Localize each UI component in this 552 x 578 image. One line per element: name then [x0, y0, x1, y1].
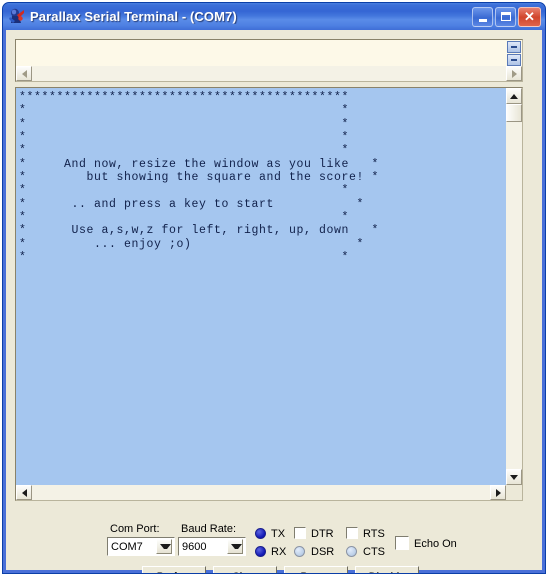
chevron-down-icon [160, 544, 171, 549]
transmit-spinner[interactable] [507, 41, 521, 67]
terminal-vscroll-track[interactable] [506, 122, 522, 469]
terminal-hscrollbar[interactable] [16, 485, 522, 500]
cts-label: CTS [363, 546, 385, 558]
transmit-spin-down-button[interactable] [507, 54, 521, 66]
client-area: ****************************************… [6, 30, 542, 573]
terminal-scroll-right-button[interactable] [490, 485, 506, 500]
application-window: Parallax Serial Terminal - (COM7) ✕ ****… [2, 2, 546, 574]
dtr-checkbox[interactable] [294, 527, 306, 539]
spin-down-icon [511, 59, 517, 61]
disable-button[interactable]: Disable [355, 566, 419, 573]
terminal-hscroll-track[interactable] [32, 485, 490, 500]
clear-button[interactable]: Clear [213, 566, 277, 573]
echo-on-label: Echo On [414, 538, 457, 550]
terminal-scroll-left-button[interactable] [16, 485, 32, 500]
rts-checkbox[interactable] [346, 527, 358, 539]
transmit-hscrollbar[interactable] [16, 66, 522, 81]
maximize-icon [500, 12, 511, 21]
minimize-button[interactable] [472, 6, 493, 27]
baud-rate-select[interactable]: 9600 [178, 537, 246, 556]
tx-led-indicator [255, 528, 266, 539]
tx-label: TX [271, 528, 286, 540]
prefs-button[interactable]: Prefs... [142, 566, 206, 573]
terminal-panel: ****************************************… [15, 87, 523, 501]
window-controls: ✕ [472, 6, 541, 27]
rx-label: RX [271, 546, 287, 558]
controls-bar: Com Port: COM7 Baud Rate: 9600 TX RX DTR… [6, 507, 542, 573]
baud-rate-dropdown-button[interactable] [227, 539, 243, 554]
rts-label: RTS [363, 528, 385, 540]
dtr-label: DTR [311, 528, 334, 540]
rx-led-indicator [255, 546, 266, 557]
cts-led-indicator [346, 546, 357, 557]
chevron-left-icon [21, 488, 27, 497]
terminal-output[interactable]: ****************************************… [17, 89, 505, 484]
baud-rate-label: Baud Rate: [181, 523, 237, 535]
scrollbar-corner [506, 485, 522, 500]
terminal-vscrollbar[interactable] [506, 88, 522, 485]
echo-on-checkbox[interactable] [395, 536, 409, 550]
chevron-left-icon [21, 69, 27, 78]
terminal-scroll-up-button[interactable] [506, 88, 522, 104]
parallax-logo-icon [8, 8, 25, 25]
minimize-icon [478, 18, 487, 22]
maximize-button[interactable] [495, 6, 516, 27]
com-port-value: COM7 [111, 540, 143, 553]
transmit-input[interactable] [16, 40, 507, 67]
pause-button[interactable]: Pause [284, 566, 348, 573]
window-title: Parallax Serial Terminal - (COM7) [30, 9, 237, 24]
spin-up-icon [511, 46, 517, 48]
com-port-select[interactable]: COM7 [107, 537, 175, 556]
transmit-scroll-track[interactable] [32, 66, 506, 81]
close-button[interactable]: ✕ [518, 6, 541, 27]
com-port-dropdown-button[interactable] [156, 539, 172, 554]
transmit-panel [15, 39, 523, 82]
transmit-scroll-left-button[interactable] [16, 66, 32, 81]
transmit-spin-up-button[interactable] [507, 41, 521, 53]
terminal-vscroll-thumb[interactable] [506, 104, 522, 122]
chevron-up-icon [510, 93, 518, 99]
baud-rate-value: 9600 [182, 540, 207, 553]
close-icon: ✕ [524, 9, 535, 24]
terminal-scroll-down-button[interactable] [506, 469, 522, 485]
chevron-right-icon [495, 488, 501, 497]
dsr-led-indicator [294, 546, 305, 557]
transmit-scroll-right-button[interactable] [506, 66, 522, 81]
chevron-down-icon [231, 544, 242, 549]
com-port-label: Com Port: [110, 523, 160, 535]
title-bar[interactable]: Parallax Serial Terminal - (COM7) ✕ [3, 3, 545, 30]
dsr-label: DSR [311, 546, 335, 558]
chevron-right-icon [511, 69, 517, 78]
chevron-down-icon [510, 474, 518, 480]
